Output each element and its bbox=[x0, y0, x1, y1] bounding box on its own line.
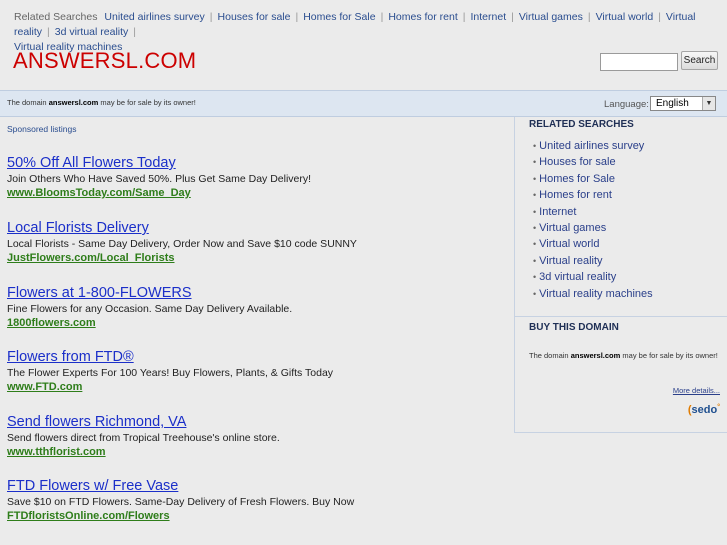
bullet-icon: • bbox=[533, 239, 537, 250]
listing-title[interactable]: FTD Flowers w/ Free Vase bbox=[7, 478, 507, 495]
related-search-item[interactable]: • Virtual reality machines bbox=[533, 286, 653, 302]
related-search-item[interactable]: • Virtual games bbox=[533, 220, 653, 236]
bullet-icon: • bbox=[533, 272, 537, 283]
more-details-link[interactable]: More details... bbox=[673, 386, 720, 395]
site-logo[interactable]: ANSWERSL.COM bbox=[13, 48, 196, 74]
bullet-icon: • bbox=[533, 157, 537, 168]
language-label: Language: bbox=[604, 99, 649, 110]
dropdown-arrow-icon[interactable]: ▼ bbox=[702, 97, 715, 110]
top-link-homes-for-rent[interactable]: Homes for rent bbox=[388, 11, 457, 23]
listing-title[interactable]: Flowers from FTD® bbox=[7, 349, 507, 366]
top-link-houses-for-sale[interactable]: Houses for sale bbox=[218, 11, 291, 23]
listing: Send flowers Richmond, VA Send flowers d… bbox=[7, 414, 507, 459]
language-value: English bbox=[656, 98, 689, 109]
listing-url[interactable]: 1800flowers.com bbox=[7, 316, 507, 330]
listing: Flowers at 1-800-FLOWERS Fine Flowers fo… bbox=[7, 285, 507, 330]
panel-divider bbox=[515, 316, 727, 317]
listing-description: The Flower Experts For 100 Years! Buy Fl… bbox=[7, 367, 334, 379]
listing-description: Local Florists - Same Day Delivery, Orde… bbox=[7, 238, 357, 250]
listing-description: Fine Flowers for any Occasion. Same Day … bbox=[7, 303, 293, 315]
related-search-item[interactable]: • Virtual reality bbox=[533, 253, 653, 269]
listing-url[interactable]: JustFlowers.com/Local_Florists bbox=[7, 251, 507, 265]
listing-url[interactable]: www.BloomsToday.com/Same_Day bbox=[7, 186, 507, 200]
related-search-item[interactable]: • Internet bbox=[533, 204, 653, 220]
listing: FTD Flowers w/ Free Vase Save $10 on FTD… bbox=[7, 478, 507, 523]
listing-description: Send flowers direct from Tropical Treeho… bbox=[7, 432, 280, 444]
bullet-icon: • bbox=[533, 288, 537, 299]
listing: 50% Off All Flowers Today Join Others Wh… bbox=[7, 155, 507, 200]
buy-domain-text: The domain answersl.com may be for sale … bbox=[529, 351, 718, 360]
listing-title[interactable]: Flowers at 1-800-FLOWERS bbox=[7, 285, 507, 302]
listing-url[interactable]: FTDfloristsOnline.com/Flowers bbox=[7, 509, 507, 523]
listing-description: Save $10 on FTD Flowers. Same-Day Delive… bbox=[7, 496, 355, 508]
listing: Local Florists Delivery Local Florists -… bbox=[7, 220, 507, 265]
listing-url[interactable]: www.FTD.com bbox=[7, 380, 507, 394]
bullet-icon: • bbox=[533, 190, 537, 201]
listing-title[interactable]: Send flowers Richmond, VA bbox=[7, 414, 507, 431]
top-link-3d-virtual-reality[interactable]: 3d virtual reality bbox=[55, 26, 129, 38]
top-link-internet[interactable]: Internet bbox=[471, 11, 507, 23]
buy-domain-heading: BUY THIS DOMAIN bbox=[529, 322, 619, 333]
top-link-virtual-world[interactable]: Virtual world bbox=[596, 11, 654, 23]
domain-info-bar: The domain answersl.com may be for sale … bbox=[0, 90, 727, 117]
top-related-searches: Related Searches United airlines survey |… bbox=[14, 11, 696, 53]
related-search-item[interactable]: • Houses for sale bbox=[533, 154, 653, 170]
related-search-item[interactable]: • Homes for rent bbox=[533, 187, 653, 203]
related-search-item[interactable]: • 3d virtual reality bbox=[533, 269, 653, 285]
bullet-icon: • bbox=[533, 223, 537, 234]
related-search-item[interactable]: • Virtual world bbox=[533, 236, 653, 252]
listing-description: Join Others Who Have Saved 50%. Plus Get… bbox=[7, 173, 312, 185]
top-link-homes-for-sale[interactable]: Homes for Sale bbox=[303, 11, 375, 23]
listing: Flowers from FTD® The Flower Experts For… bbox=[7, 349, 507, 394]
related-searches-heading: RELATED SEARCHES bbox=[529, 119, 634, 130]
sponsored-label: Sponsored listings bbox=[7, 124, 77, 134]
bullet-icon: • bbox=[533, 141, 537, 151]
top-link-virtual-games[interactable]: Virtual games bbox=[519, 11, 583, 23]
bullet-icon: • bbox=[533, 255, 537, 266]
search-input[interactable] bbox=[600, 53, 678, 71]
domain-name: answersl.com bbox=[48, 98, 99, 107]
right-sidebar: RELATED SEARCHES • United airlines survey… bbox=[514, 117, 727, 433]
domain-sale-notice: The domain answersl.com may be for sale … bbox=[7, 98, 196, 107]
related-searches-label: Related Searches bbox=[14, 11, 98, 23]
listing-title[interactable]: 50% Off All Flowers Today bbox=[7, 155, 507, 172]
buy-domain-name: answersl.com bbox=[570, 351, 621, 360]
related-search-item[interactable]: • United airlines survey bbox=[533, 138, 653, 154]
search-button[interactable]: Search bbox=[681, 51, 718, 70]
bullet-icon: • bbox=[533, 173, 537, 184]
bullet-icon: • bbox=[533, 206, 537, 217]
listing-title[interactable]: Local Florists Delivery bbox=[7, 220, 507, 237]
sedo-logo[interactable]: (sedo° bbox=[688, 404, 720, 416]
top-link-united-airlines-survey[interactable]: United airlines survey bbox=[104, 11, 204, 23]
listing-url[interactable]: www.tthflorist.com bbox=[7, 445, 507, 459]
related-searches-list: • United airlines survey • Houses for sale… bbox=[533, 138, 653, 302]
related-search-item[interactable]: • Homes for Sale bbox=[533, 171, 653, 187]
language-select[interactable]: English ▼ bbox=[650, 96, 716, 111]
